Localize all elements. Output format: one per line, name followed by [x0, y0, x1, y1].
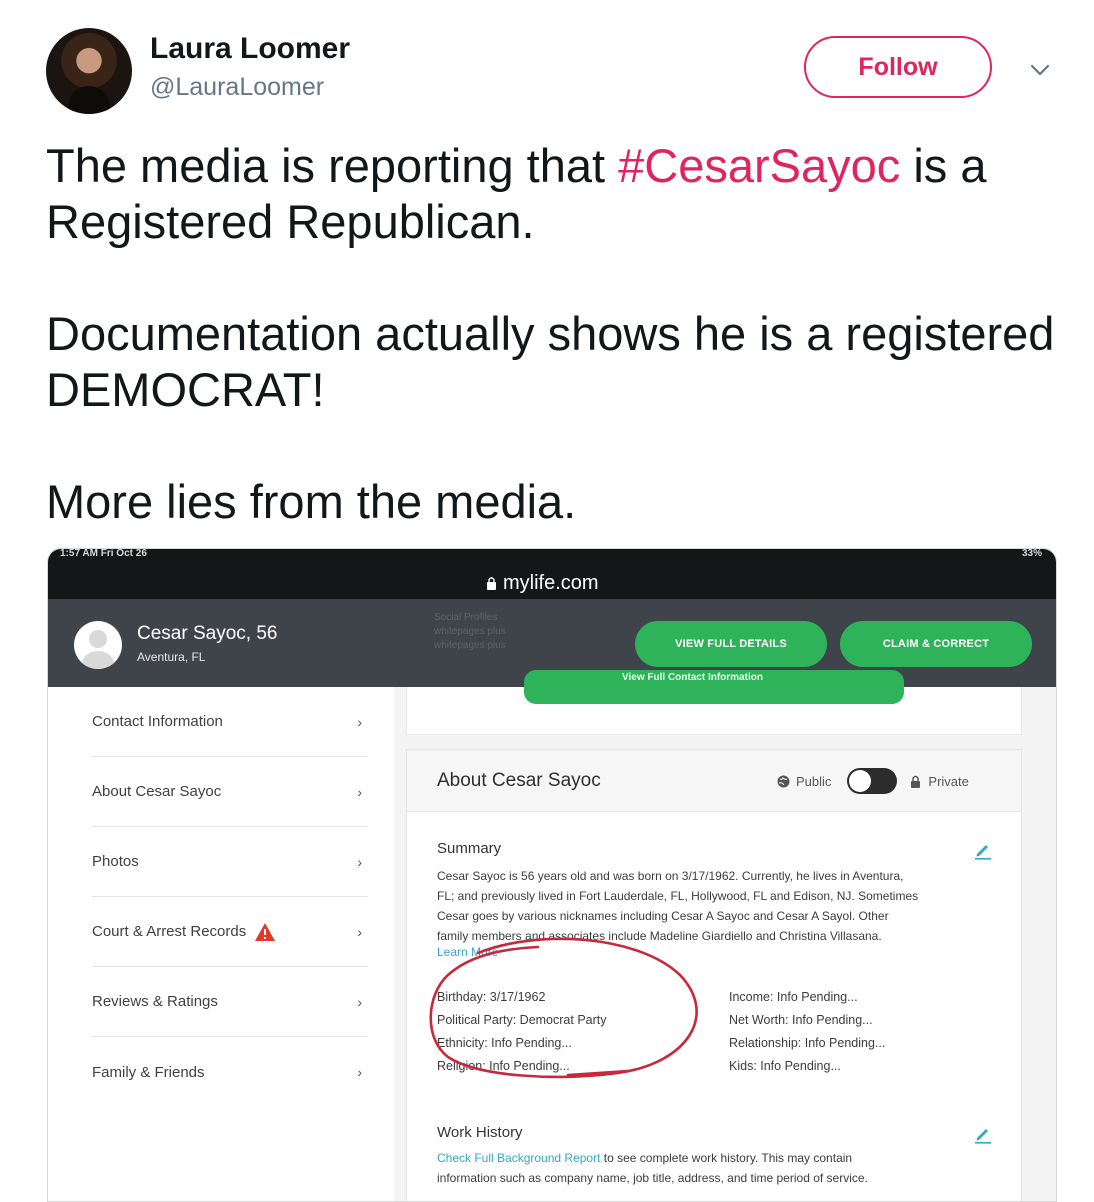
- background-report-link: Check Full Background Report: [437, 1151, 601, 1165]
- hashtag-link[interactable]: #CesarSayoc: [618, 139, 900, 192]
- author-handle[interactable]: @LauraLoomer: [150, 73, 324, 102]
- tweet-text: The media is reporting that #CesarSayoc …: [46, 138, 1056, 530]
- sidebar-item-label: Reviews & Ratings: [92, 993, 218, 1010]
- chevron-down-icon[interactable]: [1026, 56, 1054, 84]
- url-text: mylife.com: [503, 572, 599, 594]
- view-contact-label: View Full Contact Information: [622, 672, 763, 683]
- url-display: mylife.com: [486, 572, 599, 595]
- claim-correct-button: CLAIM & CORRECT: [840, 621, 1032, 667]
- ghost-text: Social Profiles whitepages plus whitepag…: [434, 611, 506, 653]
- summary-line: FL; and previously lived in Fort Lauderd…: [437, 889, 919, 903]
- fact-income: Income: Info Pending...: [729, 990, 858, 1004]
- tweet-paragraph-3: More lies from the media.: [46, 475, 577, 528]
- author-name[interactable]: Laura Loomer: [150, 32, 350, 66]
- author-avatar[interactable]: [46, 28, 132, 114]
- public-label: Public: [796, 773, 832, 789]
- sidebar-item-contact: Contact Information ›: [92, 687, 368, 757]
- chevron-right-icon: ›: [357, 783, 362, 800]
- padlock-icon: [911, 775, 921, 788]
- follow-button[interactable]: Follow: [804, 36, 992, 98]
- tweet-paragraph-1: The media is reporting that #CesarSayoc …: [46, 138, 1056, 250]
- facts-right: Income: Info Pending... Net Worth: Info …: [729, 986, 885, 1078]
- chevron-right-icon: ›: [357, 713, 362, 730]
- sidebar-item-label: Contact Information: [92, 713, 223, 730]
- ghost-line: Social Profiles: [434, 612, 498, 623]
- summary-line: Cesar goes by various nicknames includin…: [437, 909, 889, 923]
- privacy-toggle: [847, 768, 898, 794]
- summary-text: Cesar Sayoc is 56 years old and was born…: [437, 866, 997, 946]
- about-title: About Cesar Sayoc: [437, 770, 601, 791]
- lock-icon: [487, 577, 496, 590]
- attached-screenshot[interactable]: 1:57 AM Fri Oct 26 33% mylife.com Cesar …: [47, 548, 1057, 1202]
- fact-net-worth: Net Worth: Info Pending...: [729, 1013, 873, 1027]
- ghost-line: whitepages plus: [434, 626, 506, 637]
- work-text-part: to see complete work history. This may c…: [600, 1151, 853, 1165]
- sidebar-item-label: Photos: [92, 853, 139, 870]
- pencil-icon: [975, 845, 991, 860]
- sidebar-item-label: Court & Arrest Records: [92, 923, 247, 940]
- chevron-right-icon: ›: [357, 923, 362, 940]
- profile-sidebar: Contact Information › About Cesar Sayoc …: [48, 687, 394, 1201]
- fact-relationship: Relationship: Info Pending...: [729, 1036, 886, 1050]
- profile-location: Aventura, FL: [137, 650, 206, 664]
- battery-level: 33%: [1021, 549, 1042, 559]
- red-circle-annotation: [429, 937, 698, 1079]
- work-text-line: information such as company name, job ti…: [437, 1171, 868, 1185]
- work-history-text: Check Full Background Report to see comp…: [437, 1148, 997, 1188]
- sidebar-item-court-records: Court & Arrest Records ›: [92, 897, 368, 967]
- browser-url-bar: mylife.com: [48, 563, 1056, 599]
- privacy-toggle-group: Public Private: [777, 768, 969, 794]
- warning-icon: [255, 922, 276, 941]
- ghost-line: whitepages plus: [434, 640, 506, 651]
- sidebar-item-family: Family & Friends ›: [92, 1037, 368, 1107]
- pencil-icon: [975, 1129, 991, 1144]
- view-contact-button: View Full Contact Information: [524, 670, 904, 704]
- sidebar-item-label: Family & Friends: [92, 1063, 205, 1081]
- tweet-text-part: The media is reporting that: [46, 139, 619, 192]
- fact-kids: Kids: Info Pending...: [729, 1059, 841, 1073]
- status-time: 1:57 AM Fri Oct 26: [60, 549, 147, 559]
- profile-name: Cesar Sayoc, 56: [137, 623, 278, 644]
- work-history-title: Work History: [437, 1124, 523, 1141]
- tweet-paragraph-2: Documentation actually shows he is a reg…: [46, 307, 1055, 416]
- view-full-details-button: VIEW FULL DETAILS: [635, 621, 827, 667]
- summary-line: Cesar Sayoc is 56 years old and was born…: [437, 869, 904, 883]
- chevron-right-icon: ›: [357, 853, 362, 870]
- sidebar-item-label: About Cesar Sayoc: [92, 783, 222, 800]
- summary-title: Summary: [437, 840, 502, 857]
- chevron-right-icon: ›: [357, 1064, 362, 1080]
- sidebar-item-about: About Cesar Sayoc ›: [92, 757, 368, 827]
- private-label: Private: [928, 773, 969, 789]
- chevron-right-icon: ›: [357, 993, 362, 1010]
- sidebar-item-reviews: Reviews & Ratings ›: [92, 967, 368, 1037]
- about-card-header: About Cesar Sayoc Public Private: [407, 750, 1021, 812]
- profile-avatar-placeholder: [74, 621, 122, 669]
- device-status-bar: 1:57 AM Fri Oct 26 33%: [48, 549, 1056, 563]
- globe-icon: [777, 775, 790, 787]
- sidebar-item-photos: Photos ›: [92, 827, 368, 897]
